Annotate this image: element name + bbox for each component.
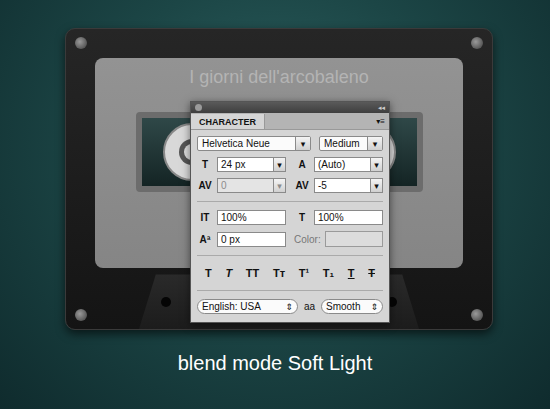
field-row: T 24 px ▾ A (Auto) ▾ xyxy=(197,157,383,172)
field-input[interactable]: 100% xyxy=(314,210,383,225)
field-row: IT 100% T 100% xyxy=(197,210,383,225)
style-button[interactable]: T xyxy=(223,266,234,280)
panel-tab[interactable]: CHARACTER xyxy=(191,114,265,129)
character-panel: ◂◂ CHARACTER ▾≡ Helvetica Neue ▾ Medium … xyxy=(190,101,390,323)
field-input[interactable]: 24 px ▾ xyxy=(217,157,286,172)
field-icon: T xyxy=(197,159,213,170)
cassette-title: I giorni dell'arcobaleno xyxy=(189,58,369,88)
hole-icon xyxy=(161,297,171,307)
panel-titlebar[interactable]: ◂◂ xyxy=(191,102,389,113)
field-row: AV 0 ▾AV -5 ▾ xyxy=(197,178,383,193)
style-button[interactable]: Tᴛ xyxy=(271,266,287,280)
field-icon: AV xyxy=(294,180,310,191)
field-group: AV -5 ▾ xyxy=(294,178,383,193)
language-select[interactable]: English: USA ⇕ xyxy=(197,299,298,314)
field-input[interactable]: 0 px xyxy=(217,232,286,247)
field-input[interactable]: -5 ▾ xyxy=(314,178,383,193)
field-input[interactable]: (Auto) ▾ xyxy=(314,157,383,172)
font-family-select[interactable]: Helvetica Neue ▾ xyxy=(197,136,311,151)
screw-icon xyxy=(75,37,87,49)
style-buttons: TTTTTᴛT¹T₁TT xyxy=(197,264,383,282)
field-icon: Aª xyxy=(197,234,213,245)
style-button[interactable]: T xyxy=(203,266,214,280)
language-row: English: USA ⇕ aa Smooth ⇕ xyxy=(197,299,383,314)
field-input[interactable]: 0 ▾ xyxy=(217,178,286,193)
field-group: AV 0 ▾ xyxy=(197,178,286,193)
tab-bar: CHARACTER ▾≡ xyxy=(191,113,389,130)
style-button[interactable]: T xyxy=(366,266,377,280)
style-button[interactable]: T xyxy=(346,266,357,280)
panel-body: Helvetica Neue ▾ Medium ▾ T 24 px ▾ A (Au… xyxy=(191,130,389,322)
color-swatch[interactable] xyxy=(325,231,383,247)
style-button[interactable]: T¹ xyxy=(297,266,311,280)
color-label: Color: xyxy=(294,234,321,245)
page: I giorni dell'arcobaleno ◂◂ CHARACTER ▾≡… xyxy=(0,0,550,409)
screw-icon xyxy=(75,309,87,321)
field-group: T 24 px ▾ xyxy=(197,157,286,172)
field-group: Aª 0 px xyxy=(197,232,286,247)
style-button[interactable]: TT xyxy=(244,266,261,280)
scene: I giorni dell'arcobaleno ◂◂ CHARACTER ▾≡… xyxy=(0,0,550,340)
separator xyxy=(197,290,383,291)
field-input[interactable]: 100% xyxy=(217,210,286,225)
screw-icon xyxy=(471,309,483,321)
screw-icon xyxy=(471,37,483,49)
field-row: Aª 0 px Color: xyxy=(197,231,383,247)
field-icon: IT xyxy=(197,212,213,223)
style-button[interactable]: T₁ xyxy=(321,266,336,280)
panel-menu-button[interactable]: ▾≡ xyxy=(372,117,389,129)
color-group: Color: xyxy=(294,231,383,247)
collapse-button[interactable]: ◂◂ xyxy=(378,104,385,111)
field-icon: A xyxy=(294,159,310,170)
font-row: Helvetica Neue ▾ Medium ▾ xyxy=(197,136,383,151)
separator xyxy=(197,255,383,256)
field-icon: T xyxy=(294,212,310,223)
field-group: IT 100% xyxy=(197,210,286,225)
caption: blend mode Soft Light xyxy=(0,352,550,375)
field-group: T 100% xyxy=(294,210,383,225)
separator xyxy=(197,201,383,202)
field-icon: AV xyxy=(197,180,213,191)
antialias-icon: aa xyxy=(304,301,315,312)
antialias-select[interactable]: Smooth ⇕ xyxy=(321,299,383,314)
font-style-select[interactable]: Medium ▾ xyxy=(319,136,383,151)
close-icon[interactable] xyxy=(195,104,202,111)
field-group: A (Auto) ▾ xyxy=(294,157,383,172)
